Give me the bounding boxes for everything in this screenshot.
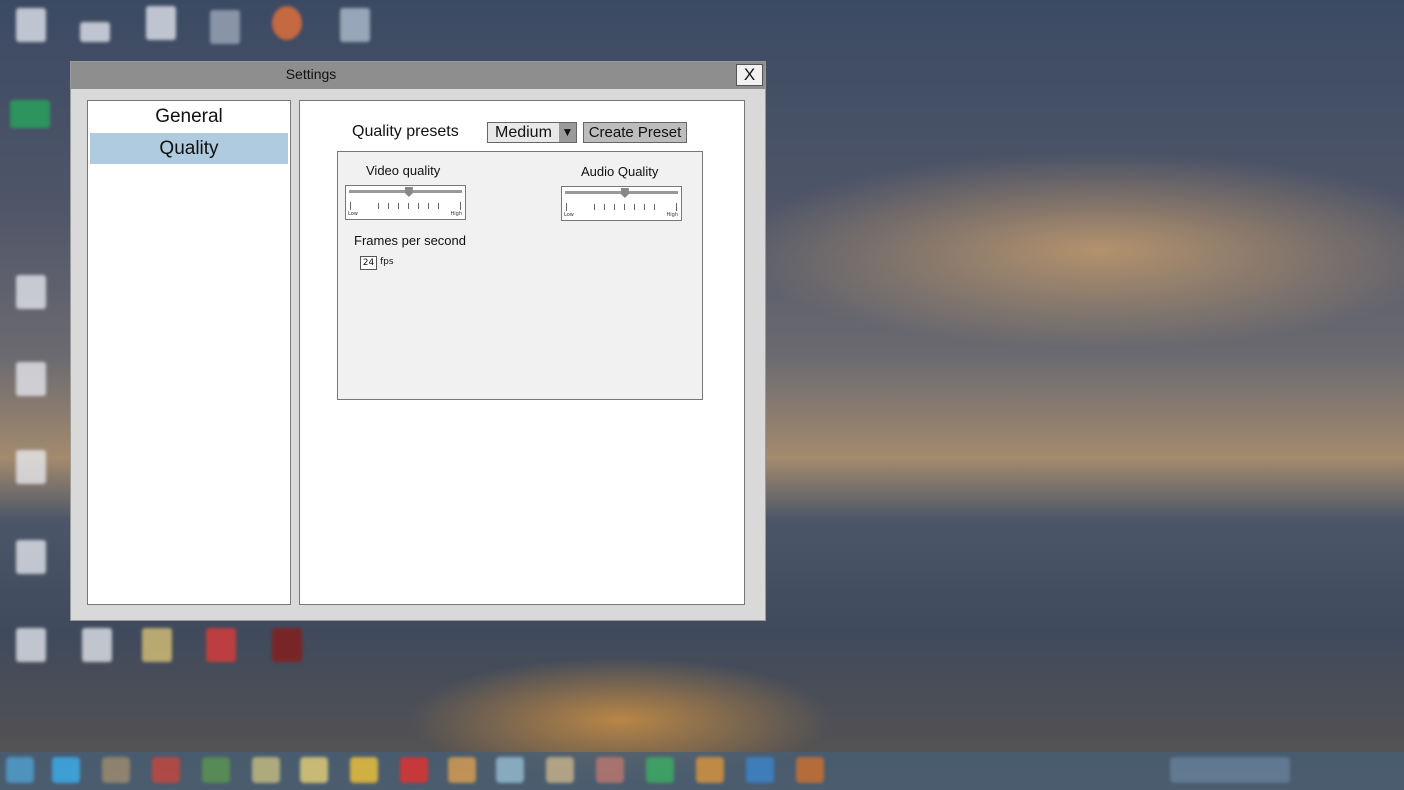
quality-preset-dropdown[interactable]: Medium ▼ bbox=[487, 122, 577, 143]
quality-settings-pane: Quality presets Medium ▼ Create Preset V… bbox=[299, 100, 745, 605]
taskbar-app-icon[interactable] bbox=[52, 757, 80, 783]
sidebar-item-quality[interactable]: Quality bbox=[90, 133, 288, 164]
slider-tick bbox=[654, 204, 655, 210]
desktop-folder-icon[interactable] bbox=[142, 628, 172, 662]
window-title: Settings bbox=[285, 66, 337, 82]
desktop-file-icon[interactable] bbox=[16, 628, 46, 662]
slider-tick bbox=[460, 202, 461, 210]
slider-thumb[interactable] bbox=[404, 187, 413, 197]
slider-tick bbox=[350, 202, 351, 210]
desktop-gear-icon[interactable] bbox=[210, 10, 240, 44]
audio-quality-slider[interactable]: Low High bbox=[561, 186, 682, 221]
slider-tick bbox=[676, 203, 677, 211]
taskbar-app-icon[interactable] bbox=[152, 757, 180, 783]
desktop-chat-icon[interactable] bbox=[10, 100, 50, 128]
taskbar-app-icon[interactable] bbox=[252, 757, 280, 783]
preset-selected-value: Medium bbox=[495, 124, 552, 141]
desktop-file-icon[interactable] bbox=[16, 362, 46, 396]
slider-tick bbox=[644, 204, 645, 210]
title-bar[interactable]: Settings X bbox=[71, 62, 765, 89]
slider-tick bbox=[634, 204, 635, 210]
quality-options-panel: Video quality Low High Audio Quality Low… bbox=[337, 151, 703, 400]
video-quality-label: Video quality bbox=[366, 163, 441, 178]
fps-unit-label: fps bbox=[380, 257, 394, 267]
taskbar-app-icon[interactable] bbox=[746, 757, 774, 783]
slider-tick bbox=[438, 203, 439, 209]
slider-high-label: High bbox=[666, 212, 679, 218]
frames-per-second-label: Frames per second bbox=[354, 233, 466, 248]
slider-low-label: Low bbox=[564, 212, 574, 218]
slider-low-label: Low bbox=[348, 211, 358, 217]
desktop-app-icon[interactable] bbox=[272, 628, 302, 662]
taskbar-app-icon[interactable] bbox=[646, 757, 674, 783]
desktop-file-icon[interactable] bbox=[16, 8, 46, 42]
sidebar-item-general[interactable]: General bbox=[90, 101, 288, 132]
slider-tick bbox=[408, 203, 409, 209]
slider-tick bbox=[566, 203, 567, 211]
taskbar-app-icon[interactable] bbox=[350, 757, 378, 783]
quality-presets-label: Quality presets bbox=[352, 123, 459, 140]
settings-sidebar: General Quality bbox=[87, 100, 291, 605]
settings-window: Settings X General Quality Quality prese… bbox=[70, 61, 766, 621]
taskbar-app-icon[interactable] bbox=[202, 757, 230, 783]
audio-quality-label: Audio Quality bbox=[581, 164, 659, 179]
slider-tick bbox=[418, 203, 419, 209]
desktop-recycle-bin-icon[interactable] bbox=[340, 8, 370, 42]
slider-tick bbox=[614, 204, 615, 210]
slider-tick bbox=[428, 203, 429, 209]
system-tray[interactable] bbox=[1170, 757, 1290, 783]
video-quality-slider[interactable]: Low High bbox=[345, 185, 466, 220]
create-preset-button[interactable]: Create Preset bbox=[583, 122, 687, 143]
desktop-browser-icon[interactable] bbox=[272, 6, 302, 40]
slider-thumb[interactable] bbox=[620, 188, 629, 198]
slider-tick bbox=[388, 203, 389, 209]
slider-high-label: High bbox=[450, 211, 463, 217]
taskbar-app-icon[interactable] bbox=[448, 757, 476, 783]
slider-tick bbox=[604, 204, 605, 210]
desktop-app-icon[interactable] bbox=[206, 628, 236, 662]
taskbar-app-icon[interactable] bbox=[546, 757, 574, 783]
taskbar-app-icon[interactable] bbox=[596, 757, 624, 783]
fps-input[interactable]: 24 bbox=[360, 256, 377, 270]
taskbar-app-icon[interactable] bbox=[496, 757, 524, 783]
start-button-icon[interactable] bbox=[6, 757, 34, 783]
taskbar-app-icon[interactable] bbox=[300, 757, 328, 783]
close-button[interactable]: X bbox=[736, 64, 763, 86]
slider-tick bbox=[378, 203, 379, 209]
desktop-file-icon[interactable] bbox=[82, 628, 112, 662]
desktop-file-icon[interactable] bbox=[16, 540, 46, 574]
slider-tick bbox=[594, 204, 595, 210]
taskbar-app-icon[interactable] bbox=[796, 757, 824, 783]
slider-tick bbox=[398, 203, 399, 209]
desktop-file-icon[interactable] bbox=[16, 275, 46, 309]
dropdown-arrow-icon[interactable]: ▼ bbox=[559, 123, 576, 142]
desktop-document-icon[interactable] bbox=[146, 6, 176, 40]
slider-tick bbox=[624, 204, 625, 210]
taskbar-app-icon[interactable] bbox=[696, 757, 724, 783]
taskbar-app-icon[interactable] bbox=[400, 757, 428, 783]
taskbar-app-icon[interactable] bbox=[102, 757, 130, 783]
desktop-file-icon[interactable] bbox=[16, 450, 46, 484]
desktop-drive-icon[interactable] bbox=[80, 22, 110, 42]
